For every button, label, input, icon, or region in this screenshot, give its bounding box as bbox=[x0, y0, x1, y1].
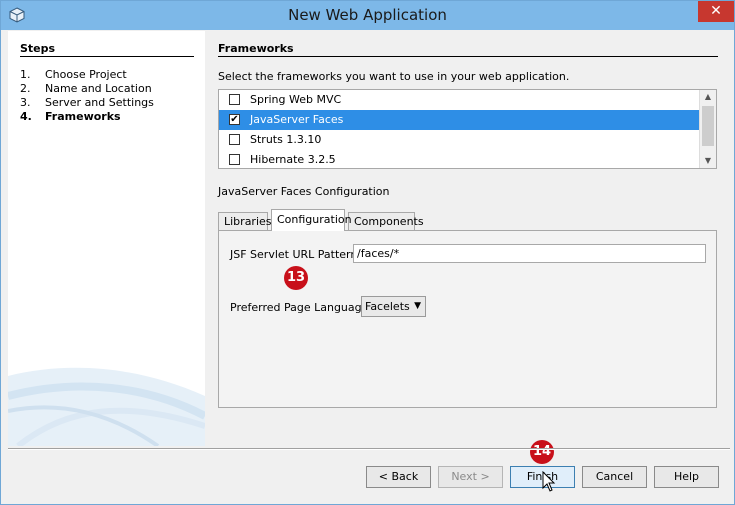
frameworks-list[interactable]: Spring Web MVC ✔ JavaServer Faces Struts… bbox=[218, 89, 717, 169]
next-button[interactable]: Next > bbox=[438, 466, 503, 488]
scroll-up-arrow-icon[interactable]: ▲ bbox=[700, 90, 716, 104]
tab-components[interactable]: Components bbox=[348, 212, 424, 230]
step-number: 2. bbox=[20, 82, 31, 95]
frameworks-instruction: Select the frameworks you want to use in… bbox=[218, 70, 570, 83]
annotation-badge-14: 14 bbox=[530, 440, 554, 464]
framework-label: Spring Web MVC bbox=[250, 93, 342, 106]
step-item-frameworks: 4. Frameworks bbox=[20, 110, 121, 123]
step-label: Frameworks bbox=[45, 110, 121, 123]
page-language-select[interactable]: Facelets ▼ bbox=[361, 296, 426, 317]
back-button[interactable]: < Back bbox=[366, 466, 431, 488]
framework-item-spring-web-mvc[interactable]: Spring Web MVC bbox=[219, 90, 701, 110]
window-title: New Web Application bbox=[288, 6, 447, 24]
step-label: Name and Location bbox=[45, 82, 152, 95]
title-bar[interactable]: New Web Application ✕ bbox=[1, 1, 734, 30]
step-number: 4. bbox=[20, 110, 32, 123]
page-language-value: Facelets bbox=[365, 300, 410, 313]
framework-item-struts[interactable]: Struts 1.3.10 bbox=[219, 130, 701, 150]
framework-label: Hibernate 3.2.5 bbox=[250, 153, 336, 166]
checkbox-checked[interactable]: ✔ bbox=[229, 114, 240, 125]
checkbox[interactable] bbox=[229, 94, 240, 105]
configuration-tab-panel: JSF Servlet URL Pattern: /faces/* Prefer… bbox=[218, 230, 717, 408]
step-item-choose-project: 1. Choose Project bbox=[20, 68, 127, 81]
step-label: Server and Settings bbox=[45, 96, 154, 109]
framework-item-hibernate[interactable]: Hibernate 3.2.5 bbox=[219, 150, 701, 168]
frameworks-divider bbox=[218, 56, 718, 57]
cancel-button[interactable]: Cancel bbox=[582, 466, 647, 488]
decorative-swoosh-graphic bbox=[8, 367, 205, 446]
step-label: Choose Project bbox=[45, 68, 127, 81]
framework-label: JavaServer Faces bbox=[250, 113, 344, 126]
tab-configuration[interactable]: Configuration bbox=[271, 209, 352, 231]
list-scrollbar[interactable]: ▲ ▼ bbox=[699, 90, 716, 168]
steps-divider bbox=[20, 56, 194, 57]
scroll-thumb[interactable] bbox=[702, 106, 714, 146]
mouse-pointer-icon bbox=[542, 471, 556, 492]
scroll-down-arrow-icon[interactable]: ▼ bbox=[700, 154, 716, 168]
new-web-application-dialog: New Web Application ✕ Steps 1. Choose Pro… bbox=[0, 0, 735, 505]
framework-item-javaserver-faces[interactable]: ✔ JavaServer Faces bbox=[219, 110, 701, 130]
framework-label: Struts 1.3.10 bbox=[250, 133, 322, 146]
help-button[interactable]: Help bbox=[654, 466, 719, 488]
footer-divider-highlight bbox=[8, 449, 730, 450]
annotation-badge-13: 13 bbox=[284, 266, 308, 290]
step-item-name-and-location: 2. Name and Location bbox=[20, 82, 152, 95]
steps-heading: Steps bbox=[20, 42, 56, 55]
frameworks-heading: Frameworks bbox=[218, 42, 294, 55]
close-button[interactable]: ✕ bbox=[698, 1, 734, 22]
chevron-down-icon: ▼ bbox=[414, 301, 421, 311]
checkbox[interactable] bbox=[229, 134, 240, 145]
jsf-configuration-label: JavaServer Faces Configuration bbox=[218, 185, 390, 198]
page-language-label: Preferred Page Language: bbox=[230, 301, 373, 314]
tab-libraries[interactable]: Libraries bbox=[218, 212, 272, 230]
steps-pane: Steps 1. Choose Project 2. Name and Locati… bbox=[8, 31, 205, 446]
frameworks-panel: Frameworks Select the frameworks you wan… bbox=[218, 31, 718, 446]
url-pattern-label: JSF Servlet URL Pattern: bbox=[230, 248, 362, 261]
step-number: 1. bbox=[20, 68, 31, 81]
step-item-server-and-settings: 3. Server and Settings bbox=[20, 96, 154, 109]
checkbox[interactable] bbox=[229, 154, 240, 165]
step-number: 3. bbox=[20, 96, 31, 109]
url-pattern-input[interactable]: /faces/* bbox=[353, 244, 706, 263]
